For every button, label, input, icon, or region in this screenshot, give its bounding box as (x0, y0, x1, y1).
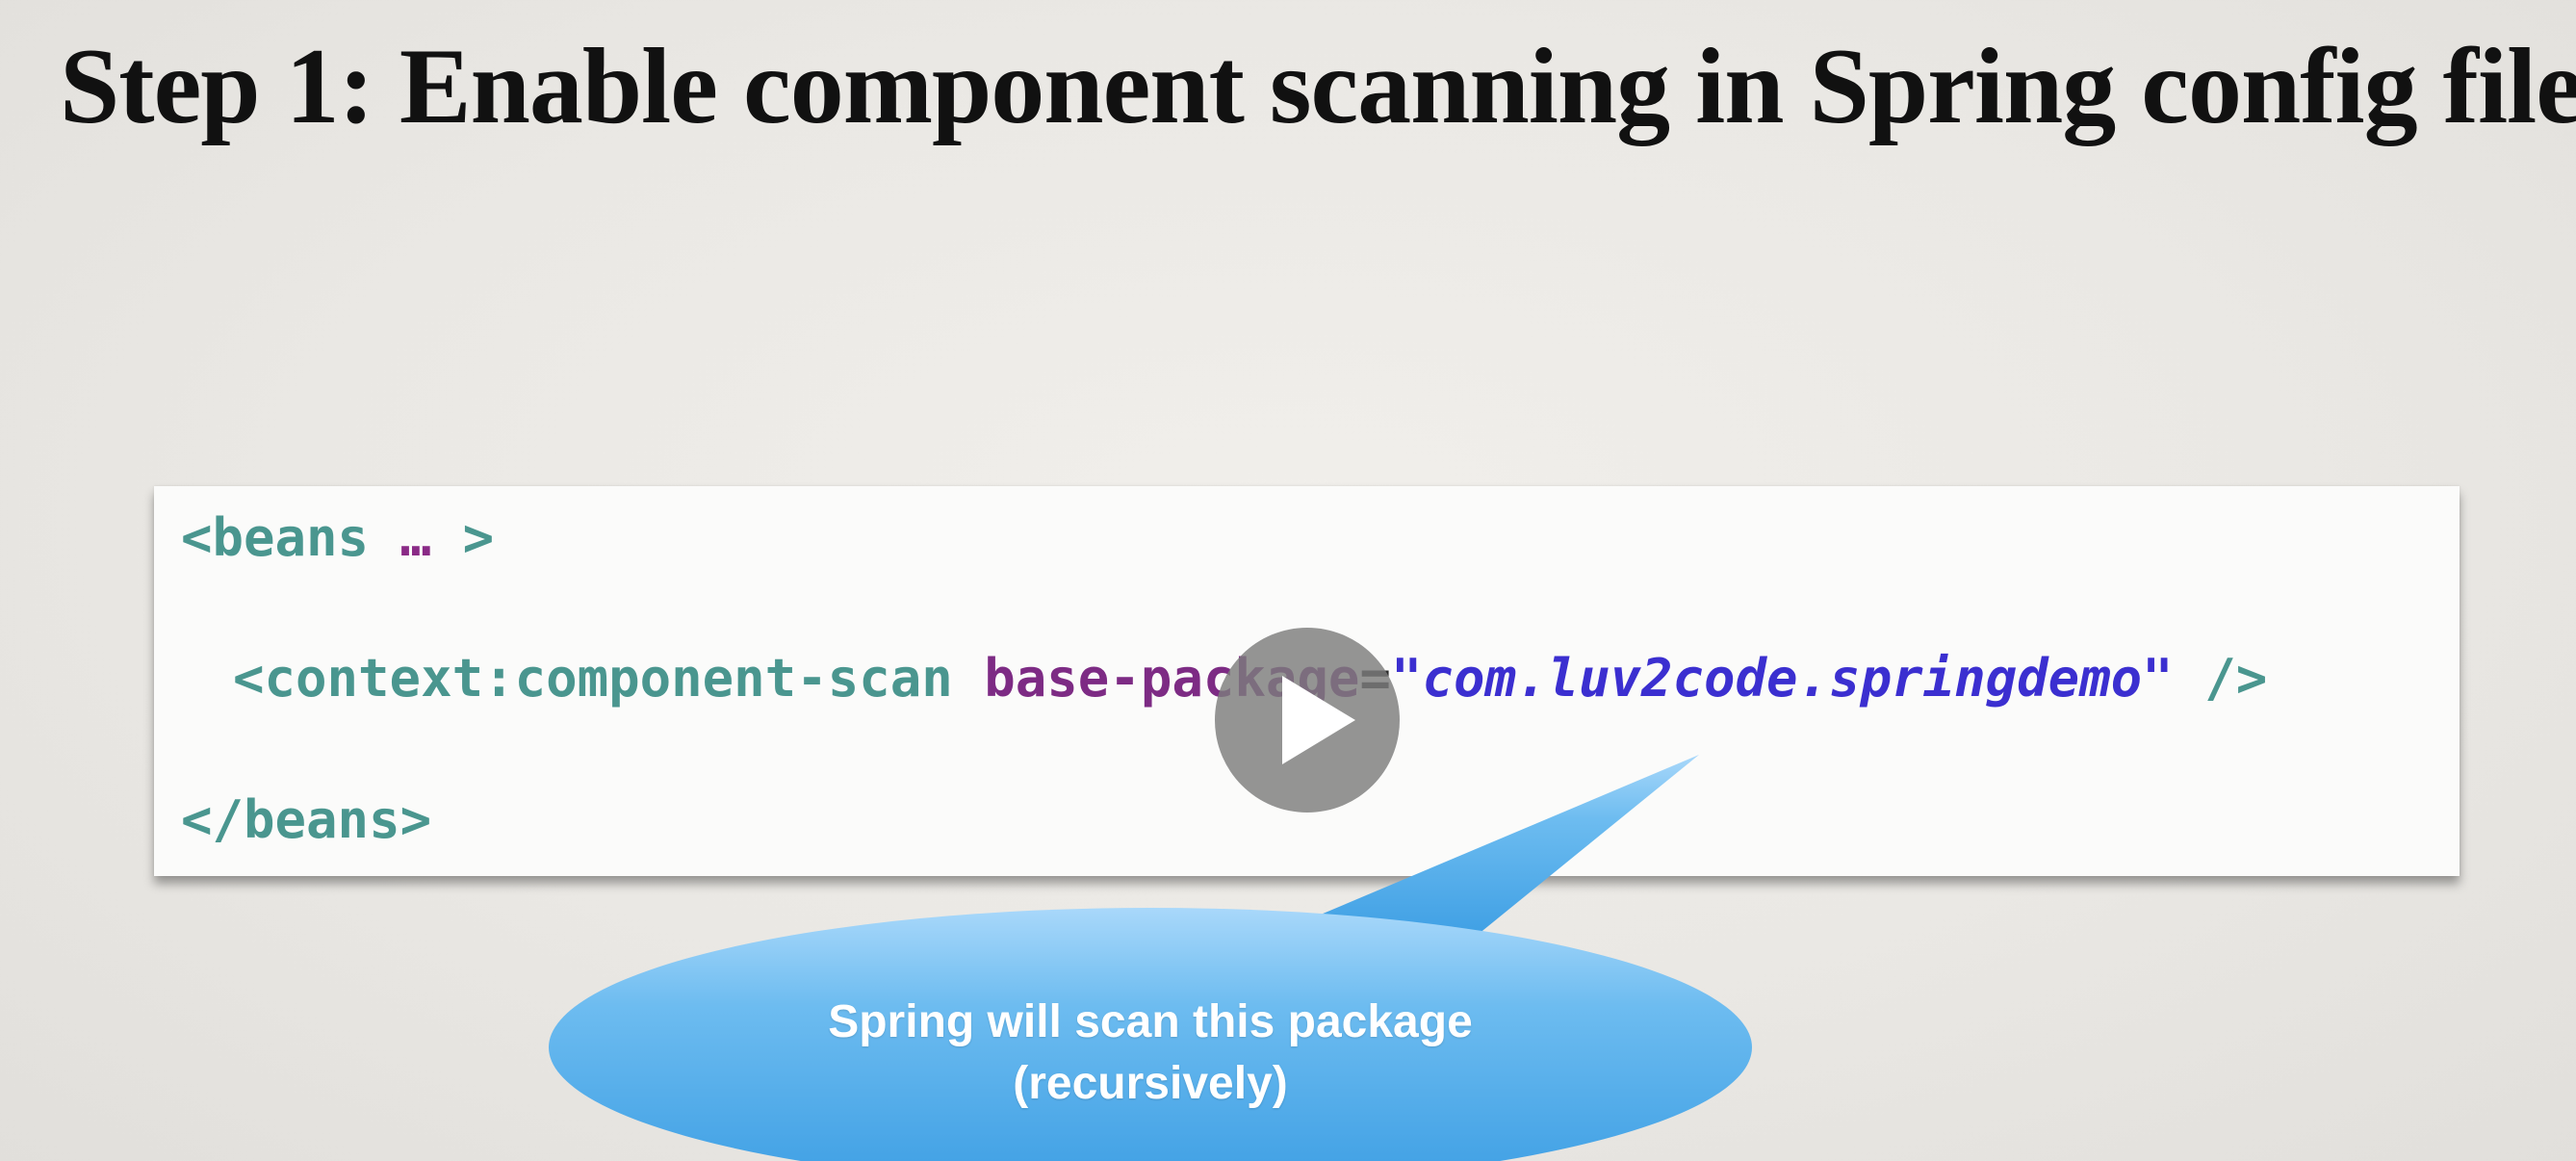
play-button[interactable] (1215, 628, 1400, 813)
callout-bubble (549, 755, 1752, 1161)
callout-text: Spring will scan this package (recursive… (674, 992, 1627, 1115)
callout-text-line-2: (recursively) (1013, 1058, 1288, 1109)
play-icon (1282, 676, 1355, 764)
callout-text-line-1: Spring will scan this package (828, 996, 1473, 1047)
